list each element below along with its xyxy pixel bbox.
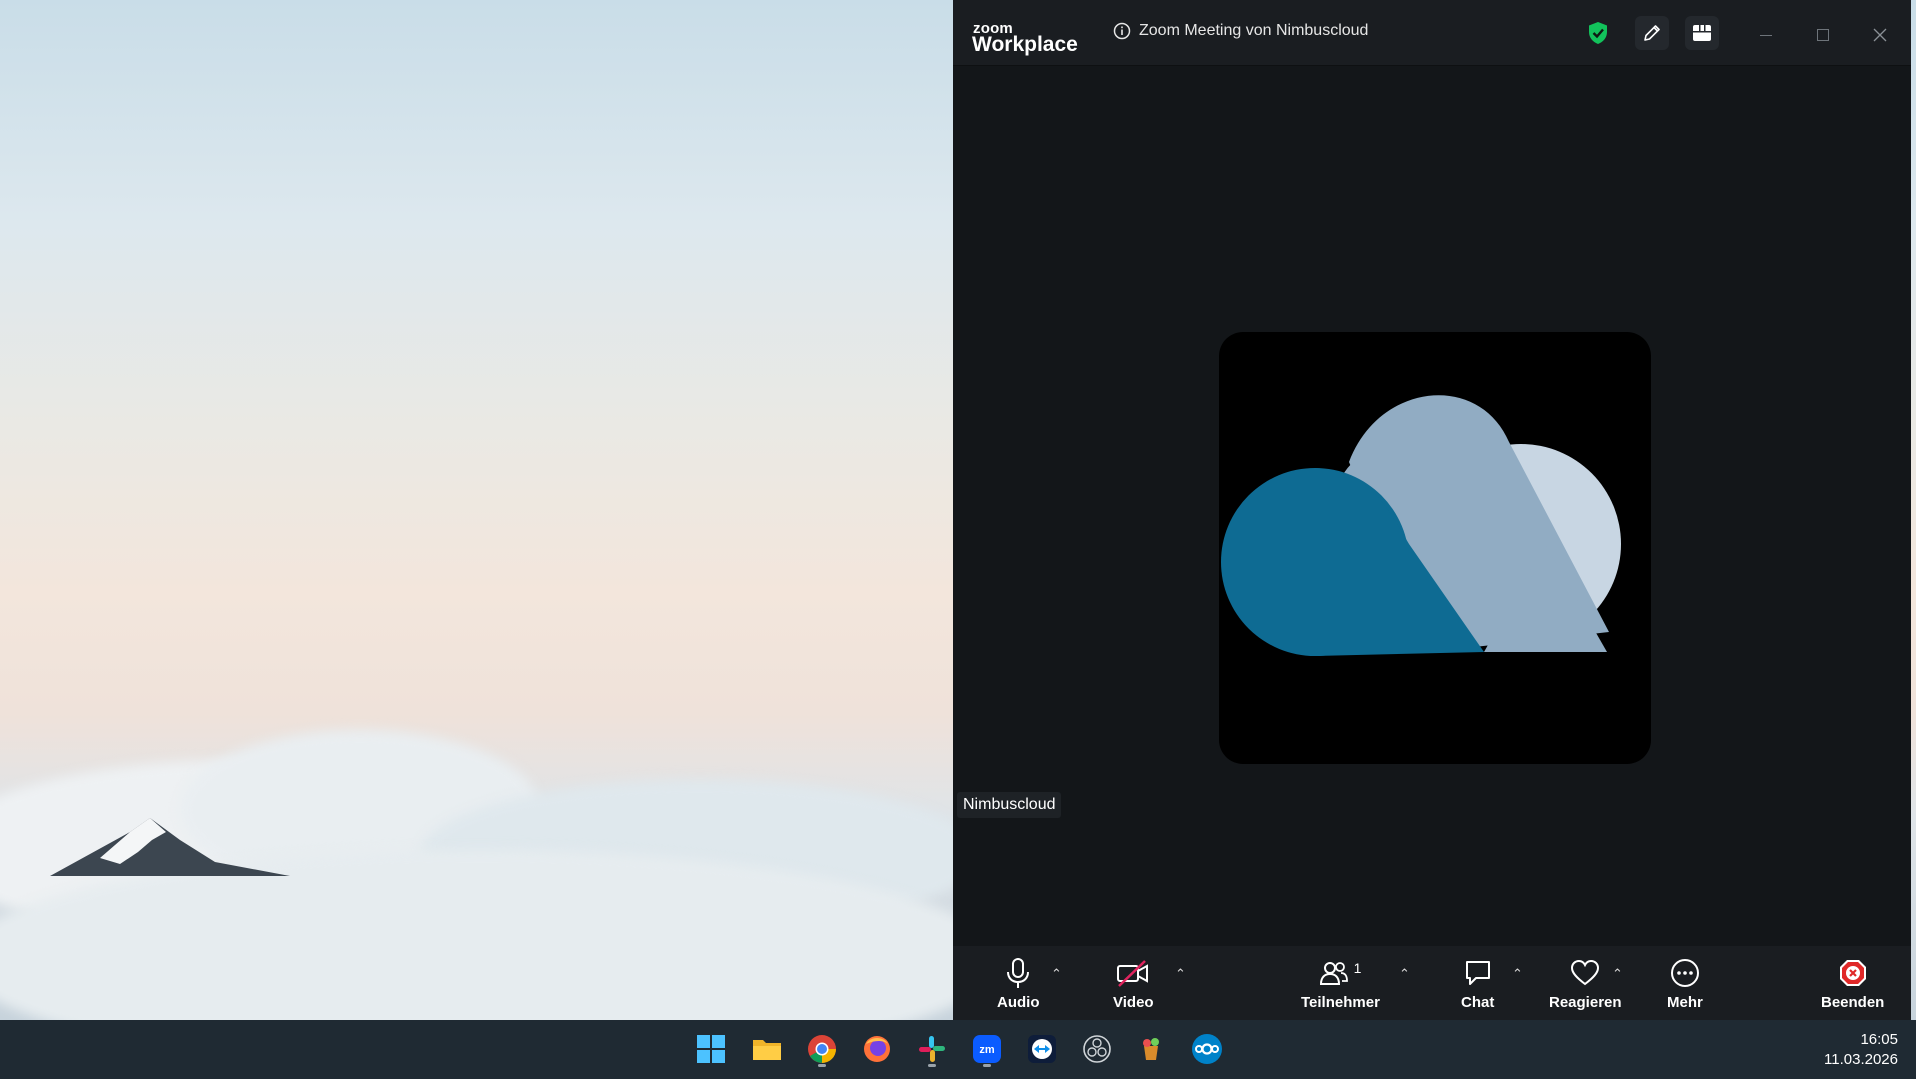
video-label: Video xyxy=(1113,994,1154,1011)
video-off-icon xyxy=(1117,960,1149,987)
taskbar-obs[interactable] xyxy=(1077,1029,1117,1069)
taskbar-teamviewer[interactable] xyxy=(1022,1029,1062,1069)
react-label: Reagieren xyxy=(1549,994,1622,1011)
view-layout-button[interactable] xyxy=(1685,16,1719,50)
firefox-icon xyxy=(864,1036,890,1062)
minimize-icon xyxy=(1760,35,1772,36)
maximize-button[interactable] xyxy=(1808,20,1838,50)
nimbuscloud-logo xyxy=(1221,395,1621,656)
zoom-app-icon: zm xyxy=(973,1035,1001,1063)
react-options-caret[interactable]: ⌃ xyxy=(1612,966,1623,982)
taskbar-zoom[interactable]: zm xyxy=(967,1029,1007,1069)
start-button[interactable] xyxy=(691,1029,731,1069)
end-meeting-icon xyxy=(1839,960,1866,986)
participants-options-caret[interactable]: ⌃ xyxy=(1399,966,1410,982)
running-indicator xyxy=(928,1064,936,1067)
chrome-icon xyxy=(808,1035,836,1063)
nextcloud-icon xyxy=(1192,1034,1222,1064)
heart-icon xyxy=(1571,959,1600,986)
grid-view-icon xyxy=(1693,25,1711,41)
more-label: Mehr xyxy=(1667,994,1703,1011)
meeting-title: Zoom Meeting von Nimbuscloud xyxy=(1139,22,1369,39)
chat-button[interactable]: Chat xyxy=(1461,954,1494,1011)
pencil-icon xyxy=(1644,25,1660,41)
audio-options-caret[interactable]: ⌃ xyxy=(1051,966,1062,982)
participant-avatar xyxy=(1219,332,1651,764)
participant-name-tag: Nimbuscloud xyxy=(957,792,1062,818)
close-icon xyxy=(1873,28,1887,42)
chat-options-caret[interactable]: ⌃ xyxy=(1512,966,1523,982)
zoom-logo-workplace: Workplace xyxy=(972,33,1078,56)
react-button[interactable]: Reagieren xyxy=(1549,954,1622,1011)
taskbar-app-8[interactable] xyxy=(1131,1029,1171,1069)
teamviewer-icon xyxy=(1028,1035,1056,1063)
participants-count: 1 xyxy=(1353,960,1362,976)
encryption-shield-button[interactable] xyxy=(1581,16,1615,50)
video-options-caret[interactable]: ⌃ xyxy=(1175,966,1186,982)
annotate-button[interactable] xyxy=(1635,16,1669,50)
folder-icon xyxy=(753,1040,781,1060)
participants-label: Teilnehmer xyxy=(1301,994,1380,1011)
maximize-icon xyxy=(1817,29,1829,41)
chat-label: Chat xyxy=(1461,994,1495,1011)
taskbar-firefox[interactable] xyxy=(857,1029,897,1069)
microphone-icon xyxy=(1007,958,1030,988)
taskbar-nextcloud[interactable] xyxy=(1187,1029,1227,1069)
windows-logo-icon xyxy=(697,1035,725,1063)
video-area: Nimbuscloud xyxy=(953,66,1911,946)
meeting-toolbar: Audio ⌃ Video ⌃ 1 Teilnehmer ⌃ Chat ⌃ Re… xyxy=(953,946,1911,1020)
participants-icon xyxy=(1319,962,1348,985)
svg-text:zm: zm xyxy=(979,1044,995,1056)
clock-date: 11.03.2026 xyxy=(1824,1051,1898,1068)
running-indicator xyxy=(818,1064,826,1067)
clock-time: 16:05 xyxy=(1860,1031,1898,1048)
running-indicator xyxy=(983,1064,991,1067)
info-icon xyxy=(1113,22,1131,40)
video-button[interactable]: Video xyxy=(1113,954,1154,1011)
shield-check-icon xyxy=(1589,22,1607,44)
more-button[interactable]: Mehr xyxy=(1667,954,1703,1011)
mountain-peak xyxy=(50,818,290,876)
meeting-info[interactable]: Zoom Meeting von Nimbuscloud xyxy=(1113,22,1368,40)
taskbar-file-explorer[interactable] xyxy=(747,1029,787,1069)
slack-icon xyxy=(919,1036,945,1062)
audio-label: Audio xyxy=(997,994,1040,1011)
chat-bubble-icon xyxy=(1465,961,1490,985)
system-clock[interactable]: 16:05 11.03.2026 xyxy=(1824,1030,1898,1070)
minimize-button[interactable] xyxy=(1751,20,1781,50)
audio-button[interactable]: Audio xyxy=(997,954,1040,1011)
app-icon xyxy=(1143,1038,1159,1060)
more-dots-icon xyxy=(1670,959,1699,987)
zoom-titlebar: zoom Workplace Zoom Meeting von Nimbuscl… xyxy=(953,0,1911,66)
close-button[interactable] xyxy=(1865,20,1895,50)
end-meeting-button[interactable]: Beenden xyxy=(1821,954,1884,1011)
participants-button[interactable]: 1 Teilnehmer xyxy=(1301,954,1380,1011)
taskbar-slack[interactable] xyxy=(912,1029,952,1069)
taskbar-chrome[interactable] xyxy=(802,1029,842,1069)
obs-icon xyxy=(1083,1035,1111,1063)
windows-taskbar: zm 16:05 11.03.2026 xyxy=(0,1020,1916,1079)
end-meeting-label: Beenden xyxy=(1821,994,1885,1011)
zoom-window: zoom Workplace Zoom Meeting von Nimbuscl… xyxy=(953,0,1911,1020)
